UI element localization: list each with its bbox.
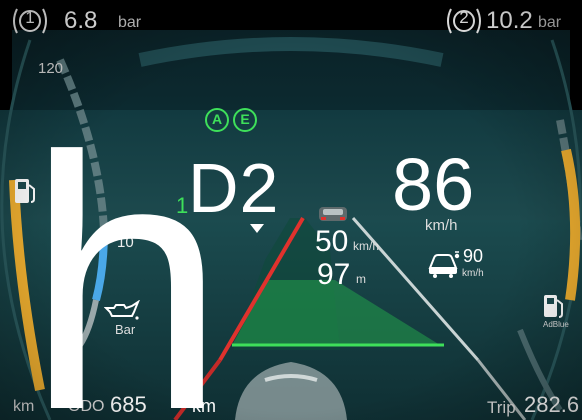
right-arc-orange: [561, 148, 581, 301]
acc-set-speed-unit: km/h: [353, 239, 380, 253]
gear-down-arrow-icon: [250, 224, 264, 233]
acc-distance-unit: m: [356, 272, 366, 286]
tire-1-number: 1: [25, 8, 35, 27]
trip-value: 282.6: [524, 392, 580, 417]
speed-limit-value: 90: [463, 246, 484, 266]
acc-car-icon: [428, 251, 460, 278]
tire-2-pressure: 10.2: [486, 7, 533, 34]
tacho-tick-120: 120: [38, 60, 64, 77]
adblue-label: AdBlue: [543, 320, 569, 329]
status-e-letter: E: [240, 111, 250, 127]
instrument-cluster: 1 6.8 bar 2 10.2 bar 120 10 0 A E C 1 D2…: [0, 0, 582, 420]
top-arc: [138, 37, 444, 67]
speed-value: 86: [392, 143, 475, 226]
tire-2-number: 2: [459, 8, 469, 27]
adblue-pump-icon: [544, 295, 563, 318]
acc-distance: 97: [317, 258, 351, 291]
acc-set-speed: 50: [315, 225, 349, 258]
speed-unit: km/h: [425, 217, 458, 234]
tire-1-unit: bar: [118, 14, 142, 31]
speed-limit-unit: km/h: [462, 268, 484, 279]
lead-vehicle-icon: [319, 207, 347, 221]
tire-1-pressure: 6.8: [64, 7, 98, 34]
overlay-letter: h: [26, 83, 227, 420]
tire-2-unit: bar: [538, 14, 562, 31]
trip-label: Trip: [487, 398, 516, 417]
own-vehicle: [235, 362, 347, 420]
